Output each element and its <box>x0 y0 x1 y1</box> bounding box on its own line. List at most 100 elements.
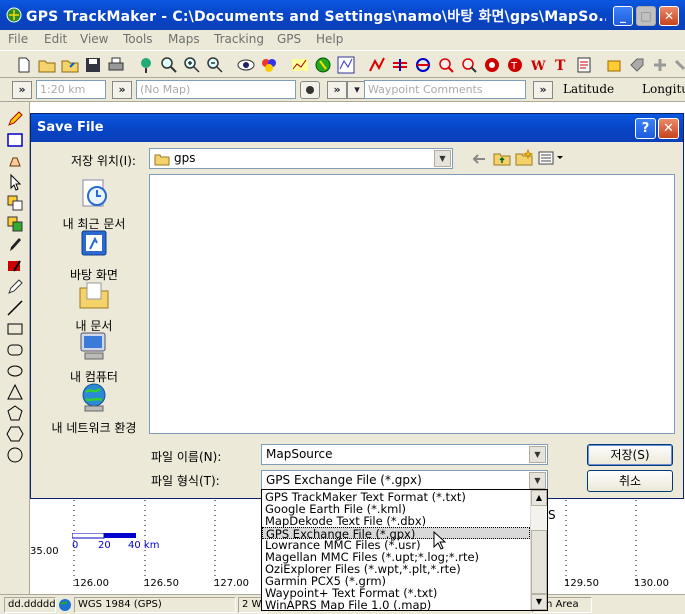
maximize-button[interactable]: □ <box>636 6 656 26</box>
circle-tool-icon[interactable] <box>6 446 24 464</box>
svg-text:T: T <box>510 61 518 72</box>
file-list[interactable] <box>149 174 675 434</box>
circle-dot-icon <box>306 86 314 94</box>
comments-go-button[interactable]: » <box>327 81 347 99</box>
layers-icon[interactable] <box>6 215 24 233</box>
place-network[interactable]: 내 네트워크 환경 <box>39 380 149 436</box>
waypoint-red-icon[interactable] <box>482 55 502 75</box>
map-pin-icon[interactable] <box>136 55 156 75</box>
longitude-label: Longitu <box>642 82 685 96</box>
map-go-button[interactable]: » <box>112 81 132 99</box>
track-split-icon[interactable] <box>390 55 410 75</box>
new-folder-icon[interactable] <box>515 149 533 166</box>
tag-icon[interactable] <box>627 55 647 75</box>
menu-tracking[interactable]: Tracking <box>214 32 264 46</box>
triangle-tool-icon[interactable] <box>6 383 24 401</box>
menu-view[interactable]: View <box>80 32 108 46</box>
red-pen-icon[interactable] <box>6 257 24 275</box>
eye-icon[interactable] <box>236 55 256 75</box>
delete-icon[interactable] <box>672 55 685 75</box>
waypoint-comments-field[interactable]: Waypoint Comments <box>364 80 526 99</box>
rounded-rect-tool-icon[interactable] <box>6 341 24 359</box>
minimize-button[interactable]: _ <box>613 6 633 26</box>
zoom-in-icon[interactable] <box>182 55 202 75</box>
place-desktop[interactable]: 바탕 화면 <box>39 227 149 283</box>
chevron-down-icon[interactable]: ▼ <box>434 150 451 167</box>
track-edit-icon[interactable] <box>367 55 387 75</box>
move-icon[interactable] <box>650 55 670 75</box>
map-field[interactable]: (No Map) <box>136 80 296 99</box>
save-location-combo[interactable]: gps ▼ <box>149 148 453 169</box>
new-file-icon[interactable] <box>14 55 34 75</box>
menu-file[interactable]: File <box>8 32 28 46</box>
scroll-up-icon[interactable]: ▲ <box>531 490 547 506</box>
menu-tools[interactable]: Tools <box>123 32 153 46</box>
hexagon-tool-icon[interactable] <box>6 425 24 443</box>
window-title: GPS TrackMaker - C:\Documents and Settin… <box>26 9 606 25</box>
zoom-out-icon[interactable] <box>205 55 225 75</box>
save-location-value: gps <box>174 151 196 165</box>
save-disk-icon[interactable] <box>83 55 103 75</box>
text-tool-icon[interactable]: T <box>551 55 571 75</box>
scale-field[interactable]: 1:20 km <box>36 80 106 99</box>
hand-pan-icon[interactable] <box>6 152 24 170</box>
zoom-icon[interactable] <box>159 55 179 75</box>
search-waypoint-icon[interactable] <box>459 55 479 75</box>
app-icon <box>6 7 22 23</box>
select-window-icon[interactable] <box>6 131 24 149</box>
menu-edit[interactable]: Edit <box>44 32 67 46</box>
mouse-cursor-icon <box>433 531 447 550</box>
back-icon[interactable] <box>471 151 487 167</box>
menu-help[interactable]: Help <box>316 32 343 46</box>
filename-combo[interactable]: MapSource ▼ <box>261 444 548 465</box>
filename-label: 파일 이름(N): <box>151 450 222 464</box>
place-my-documents[interactable]: 내 문서 <box>39 278 149 334</box>
cancel-button[interactable]: 취소 <box>587 470 673 492</box>
track-join-icon[interactable] <box>413 55 433 75</box>
open-folder-icon[interactable] <box>37 55 57 75</box>
globe-icon[interactable] <box>313 55 333 75</box>
rectangle-tool-icon[interactable] <box>6 320 24 338</box>
coords-go-button[interactable]: » <box>533 81 553 99</box>
colors-icon[interactable] <box>259 55 279 75</box>
route-icon[interactable] <box>336 55 356 75</box>
folder-gold-icon[interactable] <box>604 55 624 75</box>
open-folder-alt-icon[interactable] <box>60 55 80 75</box>
scale-go-button[interactable]: » <box>12 81 32 99</box>
place-my-computer[interactable]: 내 컴퓨터 <box>39 329 149 385</box>
waypoint-w-icon[interactable]: W <box>528 55 548 75</box>
chevron-down-icon[interactable]: ▼ <box>529 472 546 489</box>
dialog-close-button[interactable]: ✕ <box>658 118 679 139</box>
filetype-combo[interactable]: GPS Exchange File (*.gpx) ▼ <box>261 470 548 491</box>
left-toolbar <box>0 102 30 598</box>
help-button[interactable]: ? <box>635 118 656 139</box>
arrow-pointer-icon[interactable] <box>6 173 24 191</box>
pencil-tool-icon[interactable] <box>6 110 24 128</box>
scroll-down-icon[interactable]: ▼ <box>531 594 547 610</box>
dropdown-scrollbar[interactable]: ▲ ▼ <box>530 490 547 610</box>
ellipse-tool-icon[interactable] <box>6 362 24 380</box>
menu-gps[interactable]: GPS <box>277 32 301 46</box>
scroll-thumb[interactable] <box>531 530 547 594</box>
notes-icon[interactable] <box>574 55 594 75</box>
erase-pencil-icon[interactable] <box>6 278 24 296</box>
menu-maps[interactable]: Maps <box>168 32 200 46</box>
filetype-option[interactable]: WinAPRS Map File 1.0 (.map) <box>262 599 530 610</box>
place-recent[interactable]: 내 최근 문서 <box>39 176 149 232</box>
pen-icon[interactable] <box>6 236 24 254</box>
globe-status-icon <box>59 599 71 611</box>
copy-icon[interactable] <box>6 194 24 212</box>
pentagon-tool-icon[interactable] <box>6 404 24 422</box>
chart-icon[interactable] <box>290 55 310 75</box>
up-folder-icon[interactable] <box>493 150 511 166</box>
filetype-option[interactable]: MapDekode Text File (*.dbx) <box>262 515 530 527</box>
waypoint-text-icon[interactable]: T <box>505 55 525 75</box>
save-button[interactable]: 저장(S) <box>587 444 673 466</box>
print-icon[interactable] <box>106 55 126 75</box>
map-color-button[interactable] <box>300 81 320 99</box>
chevron-down-icon[interactable]: ▼ <box>529 446 546 463</box>
line-tool-icon[interactable] <box>6 299 24 317</box>
track-filter-icon[interactable] <box>436 55 456 75</box>
view-menu-icon[interactable] <box>538 151 564 165</box>
close-button[interactable]: ✕ <box>659 6 679 26</box>
